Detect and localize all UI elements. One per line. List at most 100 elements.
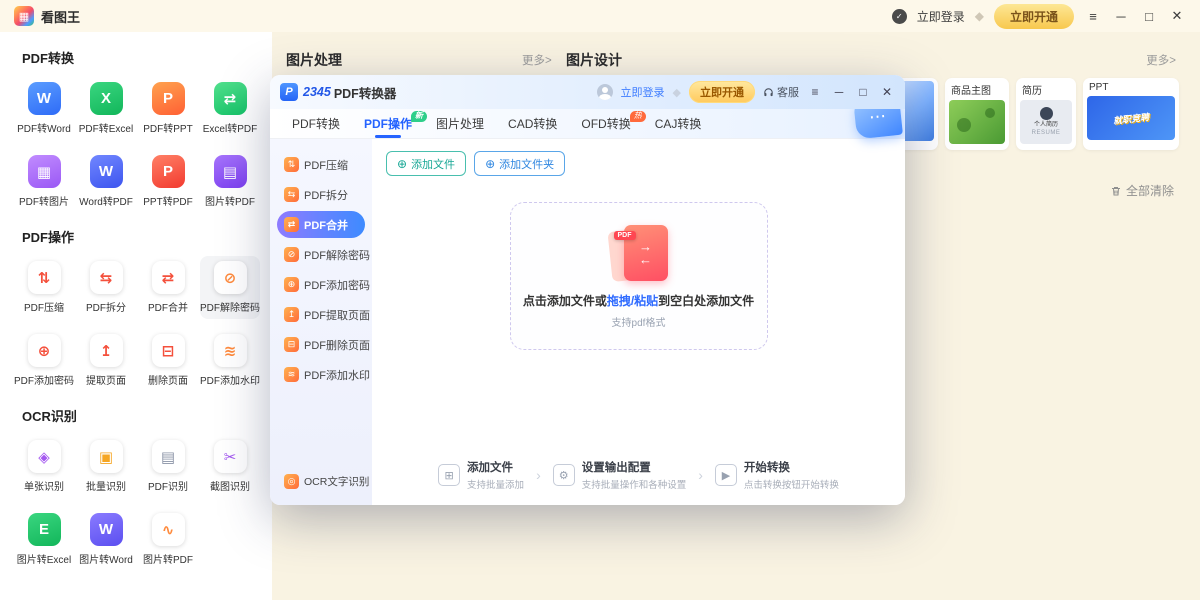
add-file-button[interactable]: ⊕添加文件: [386, 151, 466, 176]
clear-all-button[interactable]: 全部清除: [1110, 182, 1174, 199]
tool-word-to-pdf[interactable]: WWord转PDF: [76, 150, 136, 213]
maximize-button[interactable]: □: [1140, 9, 1158, 24]
word-icon: W: [28, 82, 61, 115]
tool-label: 删除页面: [148, 372, 188, 387]
support-label: 客服: [777, 84, 799, 100]
nav-label: OCR文字识别: [304, 474, 369, 489]
step-title: 设置输出配置: [582, 459, 687, 475]
tool-label: 图片转PDF: [143, 551, 193, 566]
ppt-icon: P: [152, 82, 185, 115]
tool-ocr-single[interactable]: ◈单张识别: [14, 435, 74, 498]
merge-arrow-left: ←: [639, 253, 652, 266]
dialog-login-link[interactable]: 立即登录: [621, 84, 665, 100]
minimize-button[interactable]: ─: [1112, 9, 1130, 24]
merge-icon: ⇄: [284, 217, 299, 232]
clear-all-label: 全部清除: [1126, 182, 1174, 199]
step-desc: 支持批量操作和各种设置: [582, 477, 687, 491]
tab-pdf-operations[interactable]: PDF操作新: [364, 109, 412, 138]
design-card-resume[interactable]: 简历 个人简历 RESUME: [1016, 78, 1076, 150]
tool-label: Excel转PDF: [203, 120, 257, 135]
nav-pdf-merge[interactable]: ⇄PDF合并: [277, 211, 365, 238]
merge-icon: ⇄: [152, 261, 185, 294]
tab-pdf-convert[interactable]: PDF转换: [292, 109, 340, 138]
tab-label: PDF转换: [292, 115, 340, 132]
section-title: OCR识别: [22, 406, 262, 425]
tab-image-processing[interactable]: 图片处理: [436, 109, 484, 138]
tool-pdf-compress[interactable]: ⇅PDF压缩: [14, 256, 74, 319]
titlebar-actions: ✓ 立即登录 ◆ 立即开通 ≡ ─ □ ✕: [892, 4, 1186, 29]
wave-icon: ∿: [152, 513, 185, 546]
tool-image-to-pdf[interactable]: ∿ 图片转PDF: [138, 508, 198, 571]
nav-pdf-split[interactable]: ⇆PDF拆分: [277, 181, 365, 208]
vip-gem-icon[interactable]: ◆: [673, 86, 681, 99]
dialog-maximize-button[interactable]: □: [855, 85, 871, 99]
dialog-minimize-button[interactable]: ─: [831, 85, 847, 99]
tool-pdf-to-ppt[interactable]: PPDF转PPT: [138, 77, 198, 140]
account-icon[interactable]: ✓: [892, 9, 907, 24]
batch-icon: ▣: [90, 440, 123, 473]
dropzone-hint: 支持pdf格式: [612, 314, 666, 329]
tab-cad-convert[interactable]: CAD转换: [508, 109, 557, 138]
tool-label: PPT转PDF: [143, 193, 192, 208]
tool-image-to-word[interactable]: W图片转Word: [76, 508, 136, 571]
chevron-right-icon: ›: [698, 467, 703, 483]
tab-label: PDF操作: [364, 115, 412, 132]
upgrade-button[interactable]: 立即开通: [994, 4, 1074, 29]
split-icon: ⇆: [284, 187, 299, 202]
more-link-image-processing[interactable]: 更多>: [522, 52, 552, 68]
design-card-product[interactable]: 商品主图: [945, 78, 1009, 150]
tool-pdf-remove-password[interactable]: ⊘PDF解除密码: [200, 256, 260, 319]
tool-extract-pages[interactable]: ↥提取页面: [76, 329, 136, 392]
tool-pdf-add-password[interactable]: ⊕ PDF添加密码: [14, 329, 74, 392]
tool-pdf-to-excel[interactable]: XPDF转Excel: [76, 77, 136, 140]
tool-ocr-batch[interactable]: ▣批量识别: [76, 435, 136, 498]
tool-pdf-watermark[interactable]: ≋PDF添加水印: [200, 329, 260, 392]
pdf-file-illustration: PDF →←: [600, 223, 678, 285]
close-button[interactable]: ✕: [1168, 8, 1186, 24]
tool-ppt-to-pdf[interactable]: PPPT转PDF: [138, 150, 198, 213]
add-file-step-icon: ⊞: [438, 464, 460, 486]
design-card-row: 商品主图 简历 个人简历 RESUME PPT 就职竞聘: [870, 78, 1179, 150]
tool-image-to-excel[interactable]: E图片转Excel: [14, 508, 74, 571]
dropzone-text: 点击添加文件或拖拽/粘贴到空白处添加文件: [523, 292, 754, 309]
tool-label: PDF添加密码: [14, 372, 74, 387]
nav-pdf-remove-password[interactable]: ⊘PDF解除密码: [277, 241, 365, 268]
login-link[interactable]: 立即登录: [917, 8, 965, 25]
dialog-menu-icon[interactable]: ≡: [807, 85, 823, 99]
nav-label: PDF添加水印: [304, 367, 370, 383]
avatar-icon[interactable]: [597, 84, 613, 100]
tool-pdf-split[interactable]: ⇆PDF拆分: [76, 256, 136, 319]
file-dropzone[interactable]: PDF →← 点击添加文件或拖拽/粘贴到空白处添加文件 支持pdf格式: [510, 202, 768, 350]
tool-image-to-pdf[interactable]: ▤图片转PDF: [200, 150, 260, 213]
dialog-upgrade-button[interactable]: 立即开通: [689, 81, 755, 103]
pdf-converter-dialog: P 2345 PDF转换器 立即登录 ◆ 立即开通 客服 ≡ ─ □ ✕ PDF…: [270, 75, 905, 505]
design-card-ppt[interactable]: PPT 就职竞聘: [1083, 78, 1179, 150]
support-button[interactable]: 客服: [763, 84, 799, 100]
tool-excel-to-pdf[interactable]: ⇄Excel转PDF: [200, 77, 260, 140]
tool-ocr-pdf[interactable]: ▤PDF识别: [138, 435, 198, 498]
settings-step-icon: ⚙: [553, 464, 575, 486]
more-link-image-design[interactable]: 更多>: [1146, 52, 1176, 68]
add-folder-button[interactable]: ⊕添加文件夹: [474, 151, 565, 176]
hot-badge: 热: [630, 111, 646, 122]
tool-pdf-to-image[interactable]: ▦PDF转图片: [14, 150, 74, 213]
section-pdf-convert: PDF转换 WPDF转Word XPDF转Excel PPDF转PPT ⇄Exc…: [14, 48, 262, 213]
tab-caj-convert[interactable]: CAJ转换: [655, 109, 702, 138]
nav-pdf-extract-pages[interactable]: ↥PDF提取页面: [277, 301, 365, 328]
menu-icon[interactable]: ≡: [1084, 9, 1102, 24]
tool-ocr-screenshot[interactable]: ✂截图识别: [200, 435, 260, 498]
tab-ofd-convert[interactable]: OFD转换热: [581, 109, 630, 138]
lock-icon: ⊕: [28, 334, 61, 367]
compress-icon: ⇅: [284, 157, 299, 172]
nav-pdf-watermark[interactable]: ≋PDF添加水印: [277, 361, 365, 388]
dropzone-text-part: 到空白处添加文件: [658, 294, 754, 308]
tool-pdf-to-word[interactable]: WPDF转Word: [14, 77, 74, 140]
nav-pdf-compress[interactable]: ⇅PDF压缩: [277, 151, 365, 178]
nav-pdf-delete-pages[interactable]: ⊟PDF删除页面: [277, 331, 365, 358]
dialog-close-button[interactable]: ✕: [879, 85, 895, 99]
vip-gem-icon[interactable]: ◆: [975, 9, 984, 23]
nav-pdf-add-password[interactable]: ⊕PDF添加密码: [277, 271, 365, 298]
nav-ocr-text-recognition[interactable]: ◎OCR文字识别: [277, 468, 365, 495]
tool-delete-pages[interactable]: ⊟删除页面: [138, 329, 198, 392]
tool-pdf-merge[interactable]: ⇄PDF合并: [138, 256, 198, 319]
